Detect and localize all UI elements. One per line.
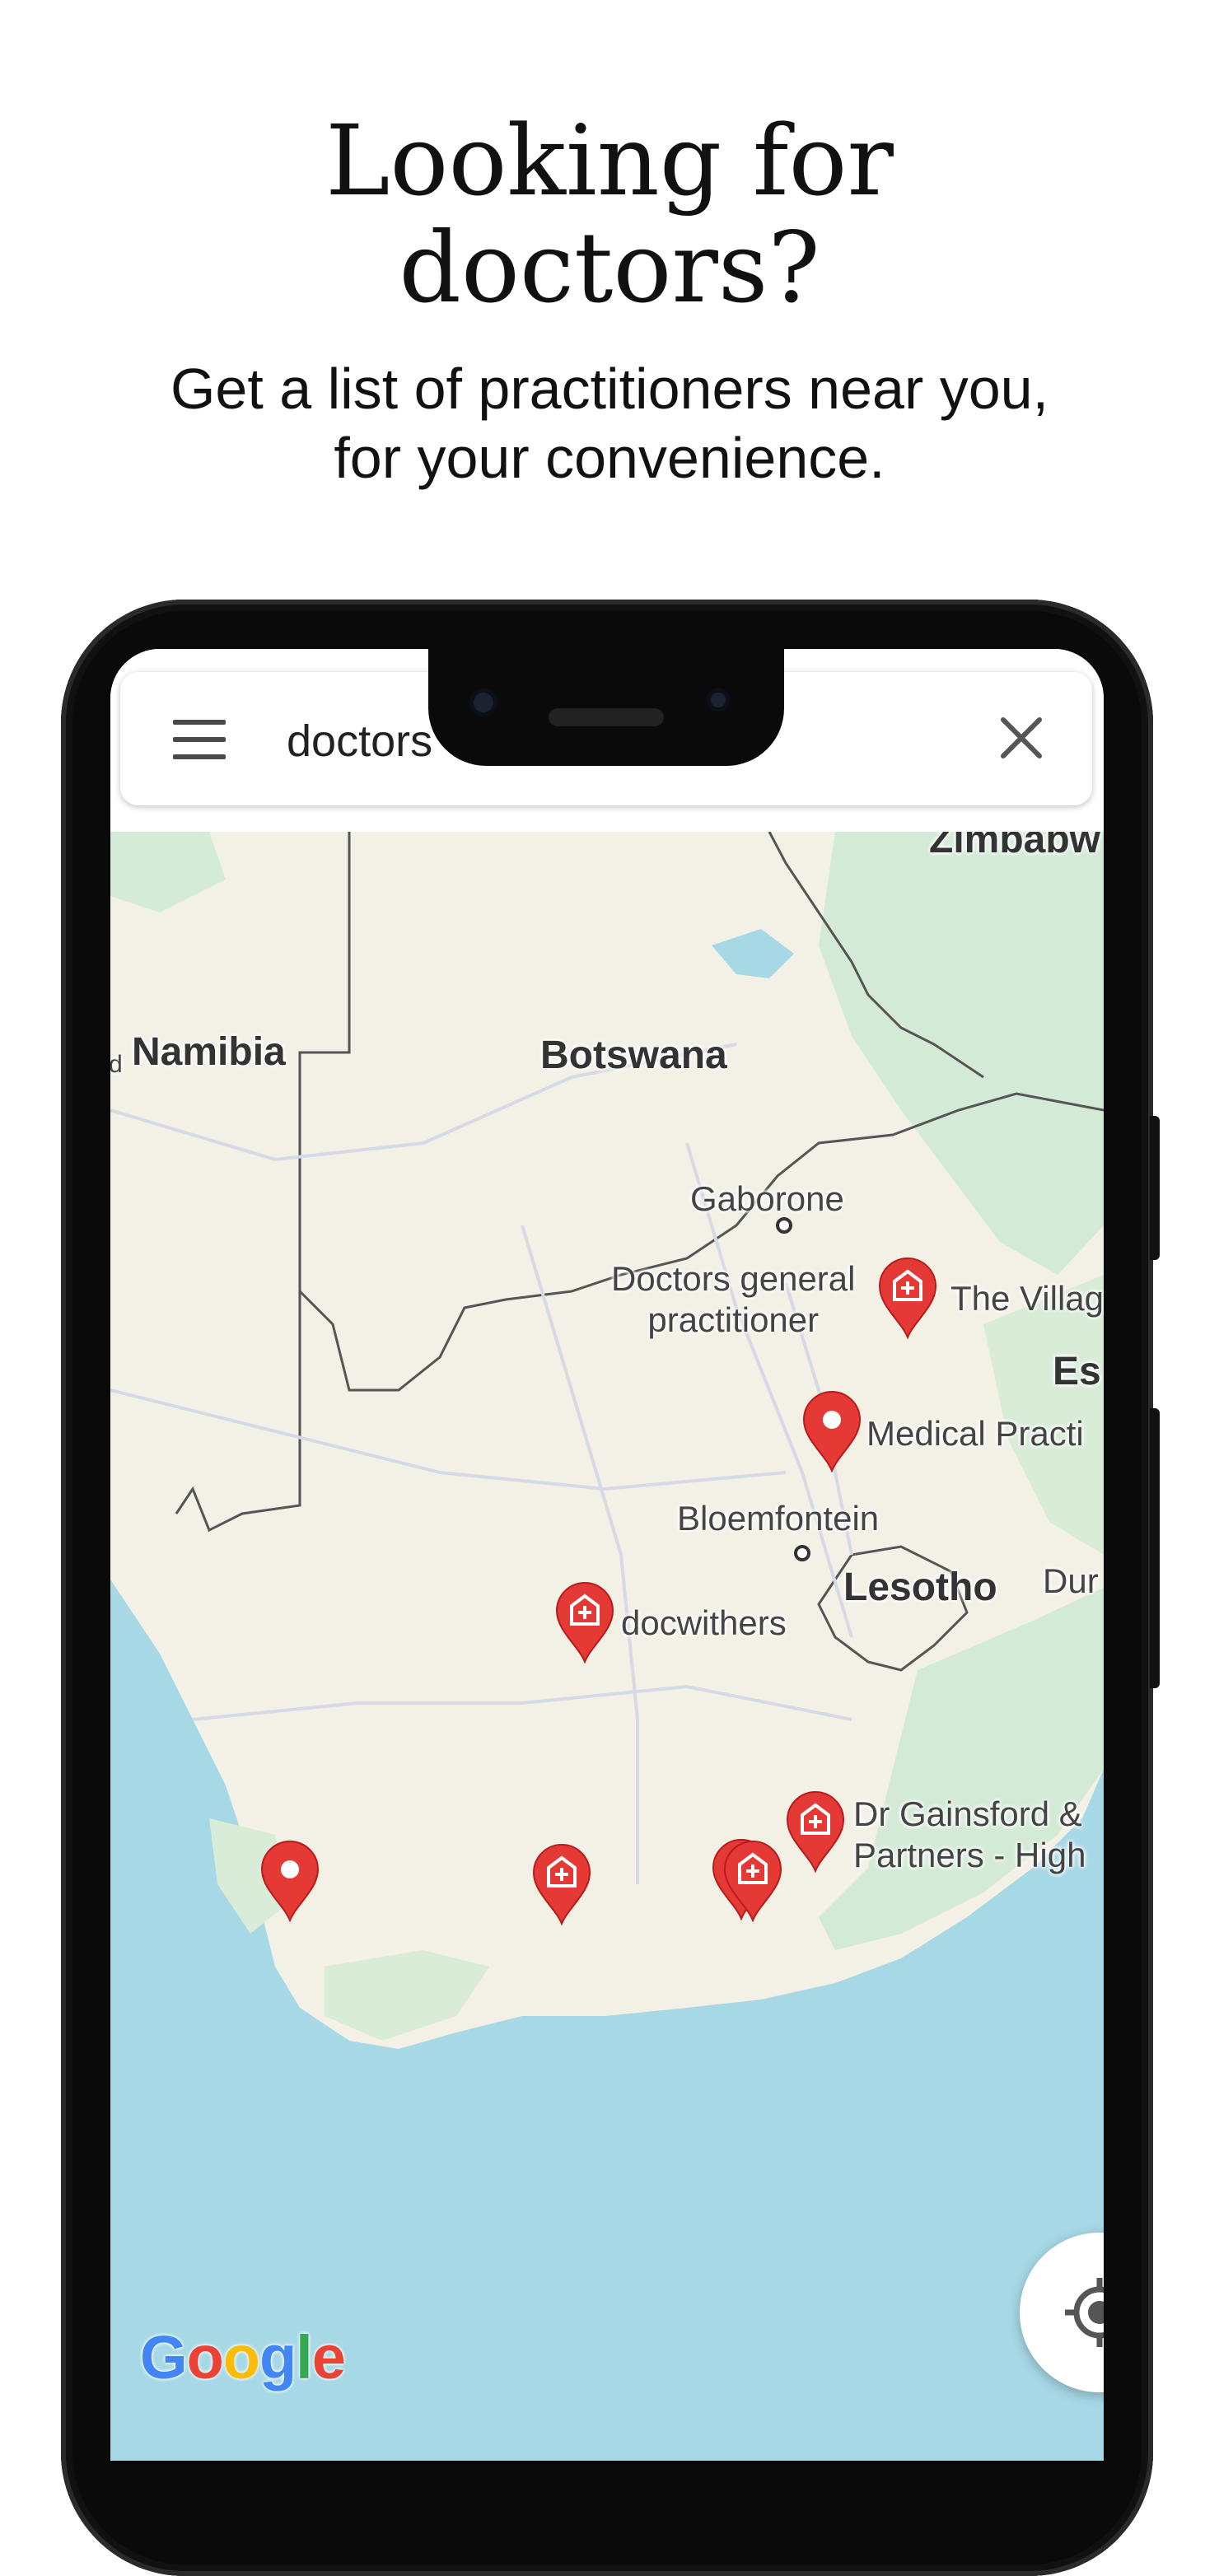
map-label-bloemfontein: Bloemfontein [677, 1499, 880, 1538]
poi-label-medical-practice[interactable]: Medical Practi [866, 1413, 1084, 1454]
title-line-2: doctors? [399, 211, 820, 324]
poi-label-dr-gainsford[interactable]: Dr Gainsford & Partners - High [853, 1794, 1086, 1876]
poi-label-line: Dr Gainsford & [853, 1794, 1082, 1833]
google-logo: Google [140, 2323, 346, 2392]
poi-label-the-village[interactable]: The Villag [950, 1278, 1104, 1319]
map-label-partial-name: d [110, 1051, 123, 1078]
hamburger-menu-icon[interactable] [173, 720, 226, 759]
map-label-namibia: Namibia [132, 1030, 286, 1074]
poi-label-line: Partners - High [853, 1836, 1086, 1874]
medical-marker-icon[interactable] [553, 1581, 616, 1664]
page-subtitle: Get a list of practitioners near you, fo… [0, 354, 1219, 492]
location-marker-icon[interactable] [259, 1840, 321, 1923]
map-label-eswatini: Es [1053, 1350, 1101, 1393]
location-marker-icon[interactable] [801, 1390, 863, 1473]
phone-notch [428, 642, 784, 766]
medical-marker-icon[interactable] [530, 1843, 593, 1926]
map-label-gaborone: Gaborone [690, 1179, 844, 1218]
subtitle-line-1: Get a list of practitioners near you, [170, 357, 1049, 421]
map-canvas[interactable] [110, 649, 1104, 2461]
my-location-icon [1065, 2278, 1104, 2347]
poi-label-line: Doctors general [611, 1259, 856, 1298]
medical-marker-icon[interactable] [784, 1790, 847, 1874]
map-label-botswana: Botswana [540, 1034, 727, 1077]
close-icon[interactable] [995, 712, 1048, 764]
poi-label-doctors-general-practitioner[interactable]: Doctors general practitioner [611, 1258, 855, 1341]
medical-marker-icon[interactable] [876, 1257, 939, 1340]
phone-side-button [1150, 1408, 1160, 1688]
poi-label-docwithers[interactable]: docwithers [621, 1603, 787, 1644]
page-title: Looking for doctors? [0, 107, 1219, 321]
subtitle-line-2: for your convenience. [334, 426, 885, 490]
medical-marker-icon[interactable] [722, 1840, 784, 1923]
phone-screen: d Namibia Botswana Lesotho Zimbabw Es Ga… [110, 649, 1104, 2461]
phone-side-button [1150, 1116, 1160, 1260]
map-label-lesotho: Lesotho [843, 1566, 997, 1609]
title-line-1: Looking for [325, 104, 894, 217]
poi-label-line: practitioner [647, 1300, 820, 1339]
map-label-durban: Dur [1043, 1561, 1099, 1600]
front-camera-icon [469, 688, 497, 716]
front-camera-icon [707, 688, 730, 712]
my-location-button[interactable] [1020, 2233, 1104, 2392]
earpiece-speaker [549, 708, 664, 726]
